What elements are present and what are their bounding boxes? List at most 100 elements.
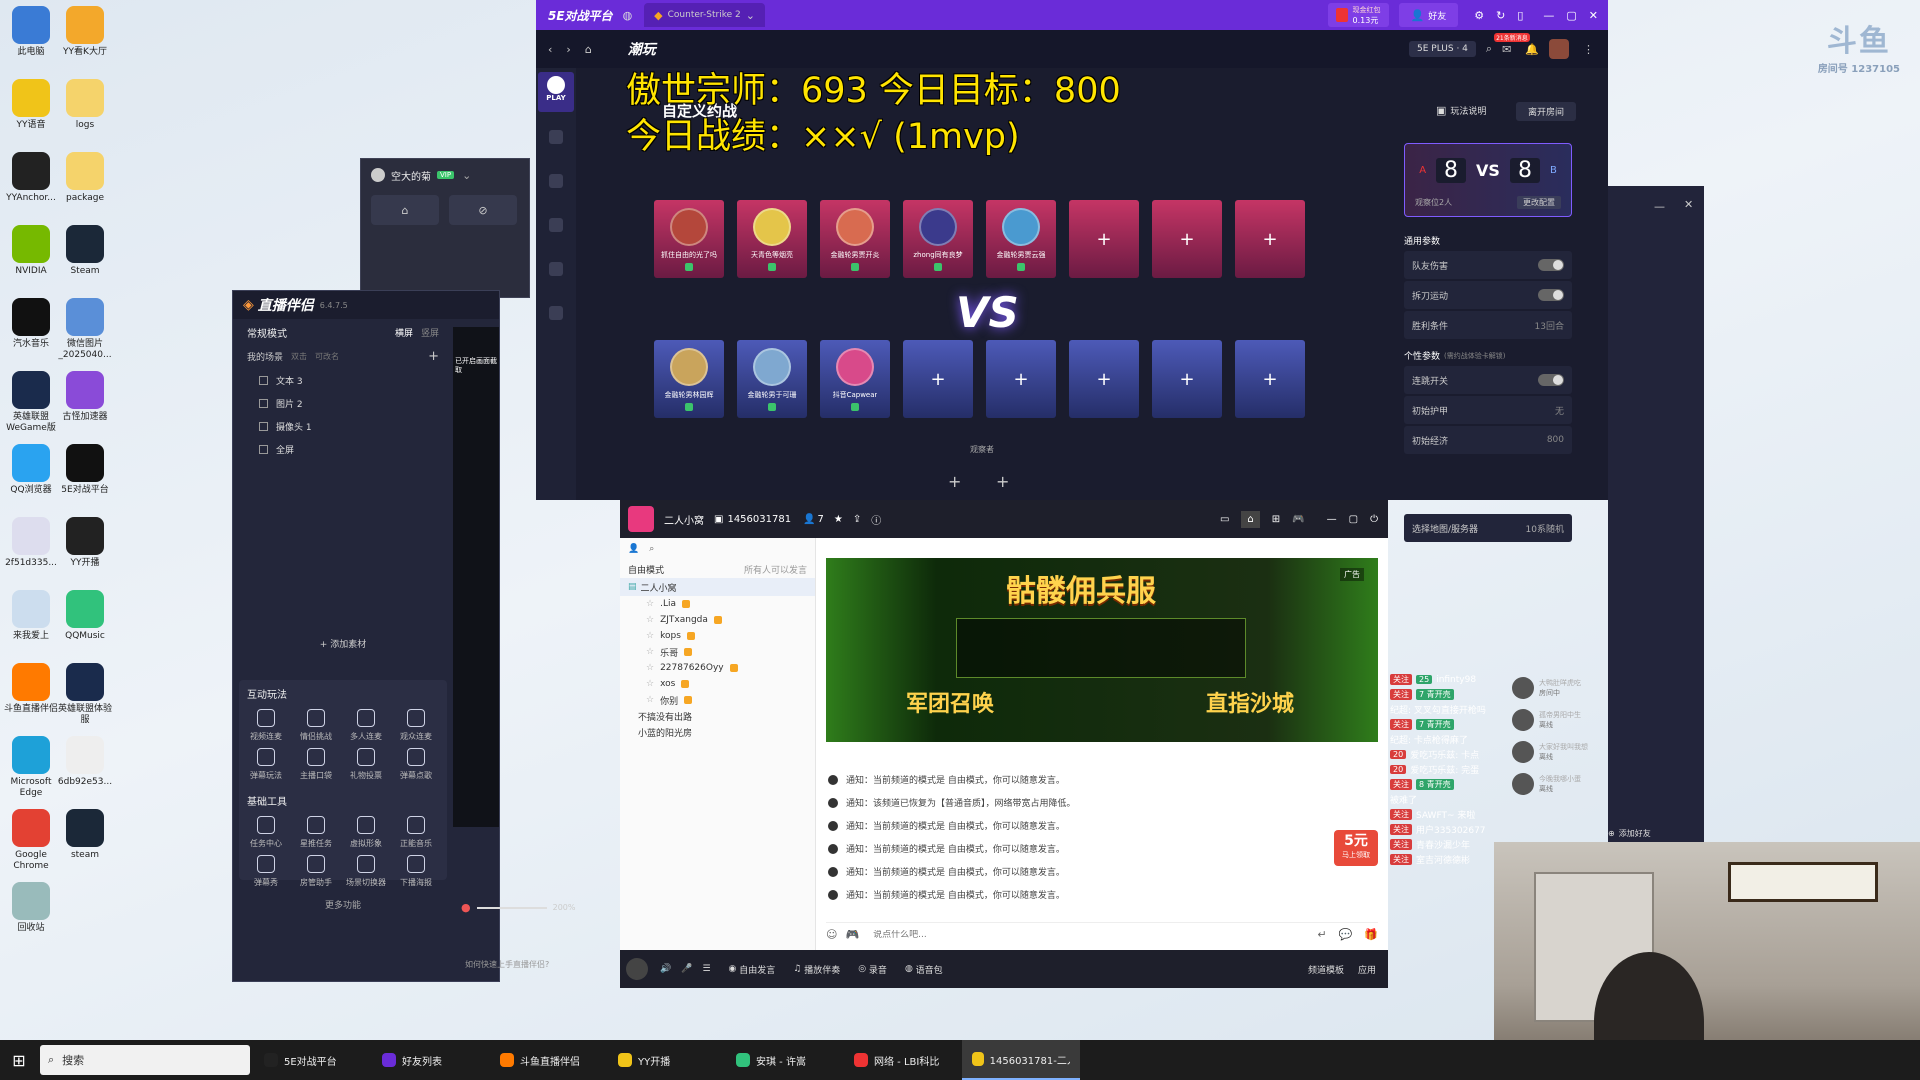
desktop-icon[interactable]: QQ浏览器 bbox=[0, 444, 62, 496]
interact-tool[interactable]: 弹幕点歌 bbox=[393, 748, 439, 781]
more-features-link[interactable]: 更多功能 bbox=[239, 890, 447, 911]
yy-user[interactable]: ☆ 乐哥 bbox=[620, 644, 815, 660]
personal-setting-row[interactable]: 初始护甲无 bbox=[1404, 396, 1572, 424]
record-button[interactable]: ◎ 录音 bbox=[858, 963, 887, 976]
taskbar-item[interactable]: 安琪 - 许嵩 bbox=[726, 1040, 844, 1080]
desktop-icon[interactable]: 斗鱼直播伴侣 bbox=[0, 663, 62, 715]
yy-user[interactable]: ☆ 你别 bbox=[620, 692, 815, 708]
speaker-icon[interactable]: 🔊 bbox=[660, 964, 671, 974]
yy-user[interactable]: ☆ .Lia bbox=[620, 596, 815, 612]
cash-red-packet[interactable]: 现金红包 0.13元 bbox=[1327, 3, 1389, 27]
team-1-slot[interactable]: 天青色等烟亮 bbox=[737, 200, 807, 278]
home-icon[interactable]: ⌂ bbox=[371, 195, 439, 225]
search-icon[interactable]: ⌕ bbox=[649, 544, 654, 554]
team-1-slot[interactable]: + bbox=[1235, 200, 1305, 278]
desktop-icon[interactable]: 古怪加速器 bbox=[54, 371, 116, 423]
interact-tool[interactable]: 观众连麦 bbox=[393, 709, 439, 742]
ad-banner[interactable]: 骷髅佣兵服 军团召唤 直指沙城 广告 bbox=[826, 558, 1378, 742]
desktop-icon[interactable]: YY开播 bbox=[54, 517, 116, 569]
desktop-icon[interactable]: NVIDIA bbox=[0, 225, 62, 277]
free-speak-button[interactable]: ◉ 自由发言 bbox=[729, 963, 776, 976]
add-observer-button[interactable]: + bbox=[948, 472, 961, 491]
minimize-icon[interactable]: — bbox=[1327, 514, 1337, 525]
gamepad-icon[interactable]: 🎮 bbox=[1292, 514, 1304, 525]
gift-icon[interactable]: 🎁 bbox=[1364, 928, 1378, 941]
personal-setting-row[interactable]: 初始经济 800 bbox=[1404, 426, 1572, 454]
tab-portrait[interactable]: 竖屏 bbox=[421, 326, 439, 339]
refresh-icon[interactable]: ↻ bbox=[1496, 9, 1505, 22]
bgm-button[interactable]: ♫ 播放伴奏 bbox=[793, 963, 840, 976]
bell-icon[interactable]: 🔔 bbox=[1525, 43, 1539, 56]
desktop-icon[interactable]: Steam bbox=[54, 225, 116, 277]
basic-tool[interactable]: 房管助手 bbox=[293, 855, 339, 888]
team-2-slot[interactable]: 抖音Capwear bbox=[820, 340, 890, 418]
compass-icon[interactable]: ⊘ bbox=[449, 195, 517, 225]
friend-row[interactable]: 孤帝男阳中生 离线 bbox=[1512, 704, 1604, 736]
leave-room-button[interactable]: 离开房间 bbox=[1516, 102, 1577, 121]
desktop-icon[interactable]: YY语音 bbox=[0, 79, 62, 131]
desktop-icon[interactable]: 回收站 bbox=[0, 882, 62, 934]
team-2-slot[interactable]: + bbox=[903, 340, 973, 418]
yy-avatar[interactable] bbox=[626, 958, 648, 980]
grid-icon[interactable]: ⊞ bbox=[1272, 514, 1280, 525]
interact-tool[interactable]: 情侣挑战 bbox=[293, 709, 339, 742]
volume-slider[interactable] bbox=[476, 906, 547, 909]
desktop-icon[interactable]: 微信图片_2025040... bbox=[54, 298, 116, 361]
back-icon[interactable]: ‹ bbox=[548, 43, 552, 56]
ad-tag[interactable]: 广告 bbox=[1340, 568, 1364, 581]
preview-thumbnail[interactable]: 已开启画面截取 bbox=[453, 327, 499, 827]
scene-item[interactable]: 图片 2 bbox=[259, 392, 453, 415]
basic-tool[interactable]: 弹幕秀 bbox=[243, 855, 289, 888]
star-icon[interactable]: ★ bbox=[834, 514, 843, 525]
avatar[interactable] bbox=[1549, 39, 1569, 59]
more-icon[interactable]: ⋮ bbox=[1583, 43, 1594, 56]
desktop-icon[interactable]: logs bbox=[54, 79, 116, 131]
scene-item[interactable]: 文本 3 bbox=[259, 369, 453, 392]
home-icon[interactable]: ⌂ bbox=[585, 43, 592, 56]
share-icon[interactable]: ⇪ bbox=[853, 514, 861, 525]
phone-icon[interactable]: ▯ bbox=[1517, 9, 1523, 22]
interact-tool[interactable]: 视频连麦 bbox=[243, 709, 289, 742]
desktop-icon[interactable]: 2f51d335... bbox=[0, 517, 62, 569]
desktop-icon[interactable]: 英雄联盟体验服 bbox=[54, 663, 116, 726]
channel-row[interactable]: ▤ 二人小窝 bbox=[620, 578, 815, 596]
minimize-icon[interactable]: — bbox=[1543, 9, 1554, 22]
scene-item[interactable]: 全屏 bbox=[259, 438, 453, 461]
5e-plus-badge[interactable]: 5E PLUS · 4 bbox=[1409, 41, 1476, 57]
friends-button[interactable]: 👤 好友 bbox=[1398, 3, 1459, 27]
settings-icon[interactable]: ⚙ bbox=[1474, 9, 1484, 22]
mic-icon[interactable]: ● bbox=[461, 901, 471, 914]
team-2-slot[interactable]: + bbox=[1069, 340, 1139, 418]
basic-tool[interactable]: 场景切换器 bbox=[343, 855, 389, 888]
close-icon[interactable]: ✕ bbox=[1589, 9, 1598, 22]
maximize-icon[interactable]: ▢ bbox=[1566, 9, 1576, 22]
apps-button[interactable]: 应用 bbox=[1358, 963, 1376, 976]
user-icon[interactable]: 👤 bbox=[628, 544, 639, 554]
chat-bubble-icon[interactable]: 💬 bbox=[1339, 928, 1353, 941]
desktop-icon[interactable]: package bbox=[54, 152, 116, 204]
yy-user[interactable]: ☆ xos bbox=[620, 676, 815, 692]
taskbar-item[interactable]: 网络 - LBI科比 bbox=[844, 1040, 962, 1080]
desktop-icon[interactable]: 5E对战平台 bbox=[54, 444, 116, 496]
team-2-slot[interactable]: + bbox=[1235, 340, 1305, 418]
task-icon[interactable] bbox=[549, 306, 563, 320]
desktop-icon[interactable]: QQMusic bbox=[54, 590, 116, 642]
setting-row[interactable]: 队友伤害 bbox=[1404, 251, 1572, 279]
taskbar-item[interactable]: 斗鱼直播伴侣 bbox=[490, 1040, 608, 1080]
map-server-select[interactable]: 选择地图/服务器 10系随机 bbox=[1404, 514, 1572, 542]
yy-user[interactable]: ☆ ZJTxangda bbox=[620, 612, 815, 628]
toggle-switch[interactable] bbox=[1538, 259, 1564, 271]
team-1-slot[interactable]: + bbox=[1069, 200, 1139, 278]
taskbar-search[interactable]: ⌕ 搜索 bbox=[40, 1045, 250, 1075]
basic-tool[interactable]: 任务中心 bbox=[243, 816, 289, 849]
friend-row[interactable]: 大鸭肚咩虎吃 房间中 bbox=[1512, 672, 1604, 704]
room-mode[interactable]: 自由模式 bbox=[628, 563, 664, 576]
channel-template-button[interactable]: 频道模板 bbox=[1308, 963, 1344, 976]
community-icon[interactable] bbox=[549, 174, 563, 188]
info-icon[interactable]: ⓘ bbox=[871, 512, 881, 527]
play-button[interactable]: PLAY bbox=[538, 72, 574, 112]
add-friend-button[interactable]: ⊕ 添加好友 bbox=[1608, 828, 1651, 839]
toggle-switch[interactable] bbox=[1538, 374, 1564, 386]
game-icon[interactable]: 🎮 bbox=[845, 928, 859, 941]
interact-tool[interactable]: 主播口袋 bbox=[293, 748, 339, 781]
